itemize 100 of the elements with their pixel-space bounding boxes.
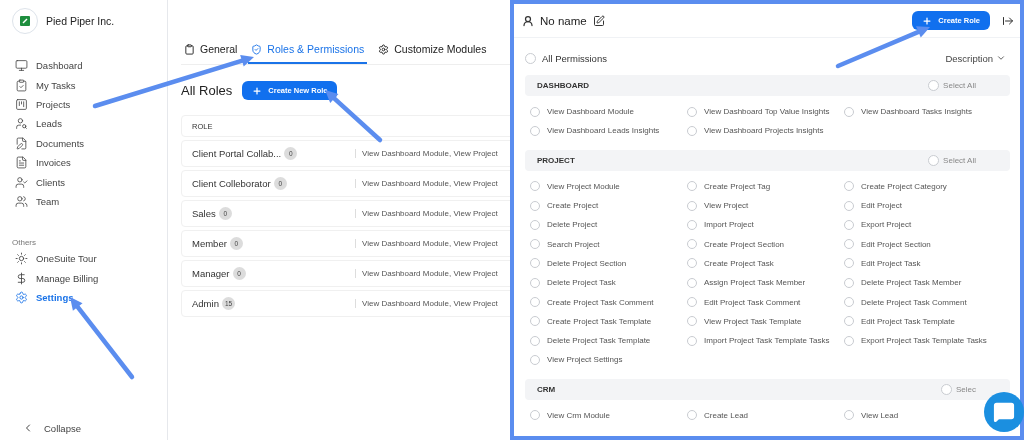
radio-button[interactable] — [687, 125, 697, 136]
radio-button[interactable] — [530, 125, 540, 136]
radio-button[interactable] — [844, 200, 854, 211]
sidebar-item[interactable]: OneSuite Tour — [12, 249, 167, 269]
option-label: Create Project Section — [704, 239, 785, 249]
tab[interactable]: General — [181, 43, 241, 64]
plus-icon — [922, 15, 933, 26]
permission-option[interactable]: View Project Module — [530, 176, 620, 196]
tab[interactable]: Customize Modules — [375, 43, 490, 64]
radio-button[interactable] — [687, 219, 697, 230]
radio-button[interactable] — [530, 258, 540, 269]
sidebar-item[interactable]: Dashboard — [12, 56, 167, 76]
permission-option[interactable]: Create Project Task Comment — [530, 292, 654, 312]
radio-button[interactable] — [687, 297, 697, 307]
permission-option[interactable]: Create Project Task Template — [530, 311, 652, 331]
radio-button[interactable] — [844, 335, 854, 346]
radio-button[interactable] — [941, 383, 952, 395]
edit-icon[interactable] — [592, 14, 605, 27]
permission-option[interactable]: Create Project Section — [687, 234, 785, 254]
radio-button[interactable] — [530, 181, 540, 192]
permission-option[interactable]: Assign Project Task Member — [687, 273, 806, 293]
permission-option[interactable]: Export Project Task Template Tasks — [844, 330, 987, 351]
permission-option[interactable]: Export Project — [844, 215, 912, 235]
permission-option[interactable]: Create Project — [530, 195, 599, 216]
radio-button[interactable] — [530, 316, 540, 327]
sidebar-item[interactable]: Leads — [12, 114, 167, 134]
permission-option[interactable]: Create Project Category — [844, 176, 947, 196]
permission-option[interactable]: Search Project — [530, 234, 600, 254]
permission-option[interactable]: View Crm Module — [530, 405, 610, 425]
permission-option[interactable]: View Project — [687, 195, 749, 216]
permission-option[interactable]: Delete Project Task Template — [530, 330, 651, 351]
radio-button[interactable] — [530, 297, 540, 307]
permission-option[interactable]: Edit Project Task Template — [844, 311, 955, 331]
radio-button[interactable] — [844, 181, 854, 192]
radio-button[interactable] — [530, 410, 540, 421]
radio-button[interactable] — [530, 239, 540, 250]
radio-button[interactable] — [687, 335, 697, 346]
sidebar-item[interactable]: Clients — [12, 172, 167, 192]
radio-button[interactable] — [844, 258, 854, 269]
permission-option[interactable]: View Dashboard Projects Insights — [687, 121, 824, 141]
radio-button[interactable] — [928, 154, 940, 166]
plus-icon — [252, 85, 263, 96]
permission-option[interactable]: View Project Settings — [530, 350, 623, 370]
permission-option[interactable]: View Dashboard Top Value Insights — [687, 102, 830, 122]
radio-button[interactable] — [687, 316, 697, 327]
radio-button[interactable] — [687, 106, 697, 117]
radio-button[interactable] — [844, 106, 854, 117]
radio-button[interactable] — [530, 219, 540, 230]
sidebar-item[interactable]: Projects — [12, 94, 167, 115]
radio-button[interactable] — [844, 410, 854, 421]
description-dropdown[interactable]: Description — [945, 52, 1006, 64]
permission-option[interactable]: Import Project — [687, 215, 754, 235]
permission-option[interactable]: View Dashboard Tasks Insights — [844, 102, 972, 122]
radio-button[interactable] — [530, 354, 540, 365]
permission-option[interactable]: View Project Task Template — [687, 311, 802, 331]
radio-button[interactable] — [928, 80, 940, 91]
permission-option[interactable]: Import Project Task Template Tasks — [687, 330, 830, 351]
radio-button[interactable] — [844, 239, 854, 250]
sidebar-item[interactable]: My Tasks — [12, 75, 167, 95]
permission-option[interactable]: Edit Project Task Comment — [687, 292, 801, 312]
permission-option[interactable]: Create Project Task — [687, 253, 774, 274]
sidebar-item[interactable]: Manage Billing — [12, 268, 167, 288]
radio-button[interactable] — [844, 277, 854, 288]
sidebar-item[interactable]: Settings — [12, 287, 167, 308]
radio-button[interactable] — [844, 316, 854, 327]
permission-option[interactable]: View Lead — [844, 405, 899, 425]
sidebar-item[interactable]: Team — [12, 191, 167, 212]
permission-option[interactable]: Create Project Tag — [687, 176, 771, 196]
permission-option[interactable]: Delete Project Task Member — [844, 273, 962, 293]
radio-button[interactable] — [687, 181, 697, 192]
radio-button[interactable] — [687, 410, 697, 421]
permission-option[interactable]: Delete Project Task — [530, 273, 616, 293]
radio-button[interactable] — [530, 106, 540, 117]
radio-button[interactable] — [530, 335, 540, 346]
permission-option[interactable]: Edit Project — [844, 195, 902, 216]
radio-button[interactable] — [687, 277, 697, 288]
sidebar-item[interactable]: Documents — [12, 133, 167, 153]
permission-option[interactable]: Edit Project Task — [844, 253, 921, 274]
company-name: Pied Piper Inc. — [46, 15, 115, 27]
radio-button[interactable] — [687, 200, 697, 211]
permission-option[interactable]: Delete Project Task Comment — [844, 292, 967, 312]
sidebar-item[interactable]: Invoices — [12, 152, 167, 173]
radio-button[interactable] — [687, 258, 697, 269]
permission-option[interactable]: Delete Project — [530, 215, 598, 235]
radio-button[interactable] — [525, 52, 536, 64]
permission-option[interactable]: Create Lead — [687, 405, 749, 425]
user-icon — [522, 14, 534, 27]
radio-button[interactable] — [844, 297, 854, 307]
exit-icon[interactable] — [1002, 14, 1014, 27]
all-permissions-option[interactable]: All Permissions Description — [525, 46, 1010, 70]
tab[interactable]: Roles & Permissions — [248, 43, 368, 64]
radio-button[interactable] — [844, 219, 854, 230]
radio-button[interactable] — [687, 239, 697, 250]
radio-button[interactable] — [530, 277, 540, 288]
permission-option[interactable]: Delete Project Section — [530, 253, 627, 274]
permission-option[interactable]: View Dashboard Module — [530, 102, 634, 122]
collapse-button[interactable]: Collapse — [12, 422, 167, 434]
permission-option[interactable]: Edit Project Section — [844, 234, 931, 254]
permission-option[interactable]: View Dashboard Leads Insights — [530, 121, 660, 141]
radio-button[interactable] — [530, 200, 540, 211]
